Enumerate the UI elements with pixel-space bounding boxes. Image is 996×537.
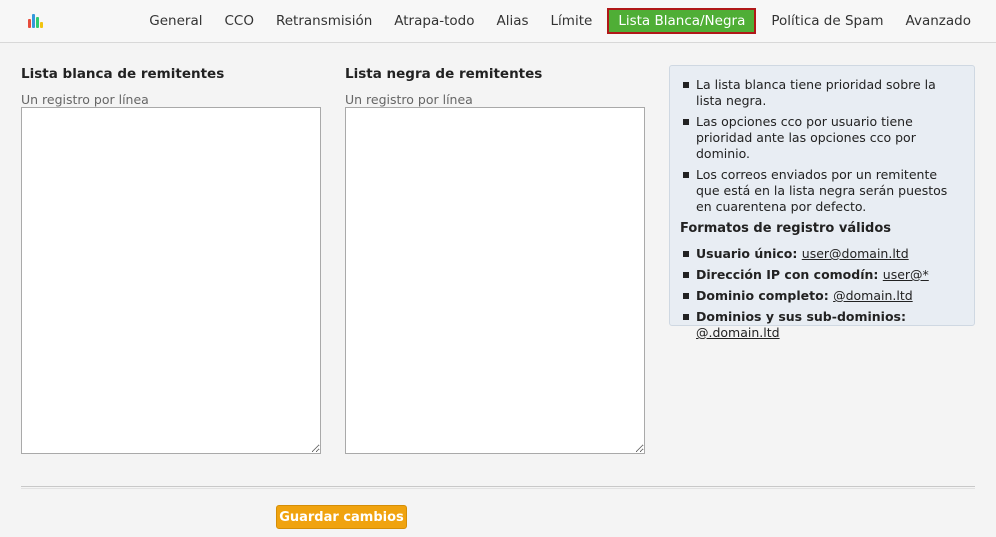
format-item: Dominio completo: @domain.ltd [680, 288, 964, 304]
info-note: Los correos enviados por un remitente qu… [680, 167, 964, 215]
save-changes-button[interactable]: Guardar cambios [276, 505, 407, 529]
whitelist-textarea[interactable] [21, 107, 321, 454]
format-item: Usuario único: user@domain.ltd [680, 246, 964, 262]
info-note: Las opciones cco por usuario tiene prior… [680, 114, 964, 162]
format-label: Dominios y sus sub-dominios: [696, 309, 906, 324]
tab-alias[interactable]: Alias [485, 8, 539, 34]
info-panel: La lista blanca tiene prioridad sobre la… [669, 65, 975, 340]
blacklist-title: Lista negra de remitentes [345, 66, 543, 82]
tab-limite[interactable]: Límite [540, 8, 604, 34]
whitelist-hint: Un registro por línea [21, 92, 149, 107]
tab-general[interactable]: General [138, 8, 213, 34]
tab-atrapa-todo[interactable]: Atrapa-todo [383, 8, 485, 34]
tab-lista-blanca-negra[interactable]: Lista Blanca/Negra [607, 8, 757, 34]
format-item: Dirección IP con comodín: user@* [680, 267, 964, 283]
format-label: Dominio completo: [696, 288, 829, 303]
blacklist-hint: Un registro por línea [345, 92, 473, 107]
tab-bar: General CCO Retransmisión Atrapa-todo Al… [138, 8, 982, 34]
blacklist-textarea[interactable] [345, 107, 645, 454]
info-note: La lista blanca tiene prioridad sobre la… [680, 77, 964, 109]
section-divider [21, 486, 975, 489]
tab-politica-spam[interactable]: Política de Spam [760, 8, 894, 34]
tab-avanzado[interactable]: Avanzado [895, 8, 982, 34]
format-label: Usuario único: [696, 246, 798, 261]
format-label: Dirección IP con comodín: [696, 267, 879, 282]
bar-chart-logo-icon[interactable] [27, 12, 43, 28]
tab-cco[interactable]: CCO [213, 8, 264, 34]
format-example-link[interactable]: @.domain.ltd [696, 325, 780, 340]
format-example-link[interactable]: user@* [883, 267, 929, 282]
format-item: Dominios y sus sub-dominios: @.domain.lt… [680, 309, 964, 341]
info-notes-list: La lista blanca tiene prioridad sobre la… [680, 77, 964, 215]
tab-retransmision[interactable]: Retransmisión [265, 8, 383, 34]
formats-heading: Formatos de registro válidos [680, 221, 892, 236]
format-example-link[interactable]: user@domain.ltd [802, 246, 909, 261]
whitelist-title: Lista blanca de remitentes [21, 66, 225, 82]
top-navigation: General CCO Retransmisión Atrapa-todo Al… [0, 0, 996, 43]
format-example-link[interactable]: @domain.ltd [833, 288, 913, 303]
formats-list: Usuario único: user@domain.ltd Dirección… [680, 246, 964, 341]
